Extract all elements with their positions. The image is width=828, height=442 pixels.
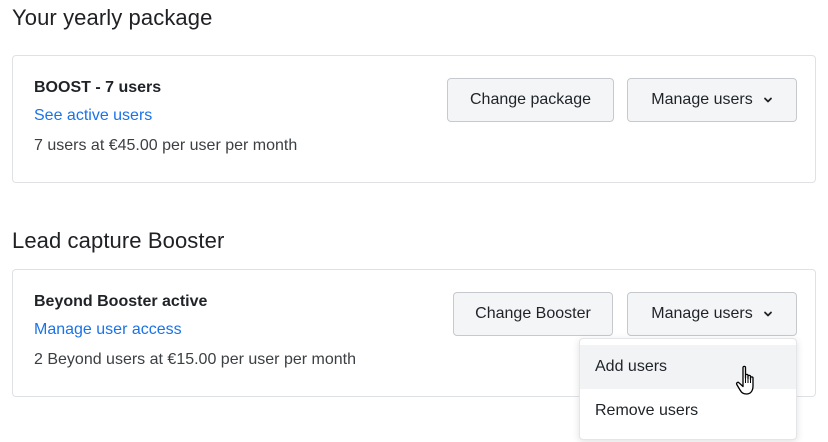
- booster-info: Beyond Booster active Manage user access…: [34, 292, 356, 370]
- package-price-detail: 7 users at €45.00 per user per month: [34, 137, 298, 154]
- booster-name: Beyond: [34, 293, 93, 310]
- package-info: BOOST - 7 users See active users 7 users…: [34, 78, 297, 156]
- booster-status: Beyond Booster active: [34, 292, 356, 312]
- change-booster-label: Change Booster: [475, 305, 591, 322]
- yearly-package-card: BOOST - 7 users See active users 7 users…: [12, 55, 816, 183]
- change-booster-button[interactable]: Change Booster: [453, 292, 613, 336]
- change-package-label: Change package: [470, 91, 591, 108]
- change-package-button[interactable]: Change package: [447, 78, 614, 122]
- manage-users-button[interactable]: Manage users: [627, 292, 797, 336]
- manage-users-dropdown-menu: Add users Remove users: [579, 338, 797, 440]
- lead-capture-booster-title: Lead capture Booster: [12, 228, 225, 253]
- package-name: BOOST - 7 users: [34, 79, 162, 96]
- billing-page: Your yearly package BOOST - 7 users See …: [0, 0, 828, 442]
- menu-item-add-users[interactable]: Add users: [580, 345, 796, 389]
- manage-user-access-link[interactable]: Manage user access: [34, 320, 356, 340]
- see-active-users-link[interactable]: See active users: [34, 106, 297, 126]
- manage-users-label: Manage users: [651, 91, 753, 108]
- yearly-package-title: Your yearly package: [12, 5, 213, 30]
- manage-users-button[interactable]: Manage users: [627, 78, 797, 122]
- menu-item-remove-users[interactable]: Remove users: [580, 389, 796, 433]
- chevron-down-icon: [763, 311, 772, 317]
- manage-users-label: Manage users: [651, 305, 753, 322]
- chevron-down-icon: [763, 97, 772, 103]
- booster-status-text: Booster active: [92, 293, 208, 310]
- booster-price-detail: 2 Beyond users at €15.00 per user per mo…: [34, 351, 356, 368]
